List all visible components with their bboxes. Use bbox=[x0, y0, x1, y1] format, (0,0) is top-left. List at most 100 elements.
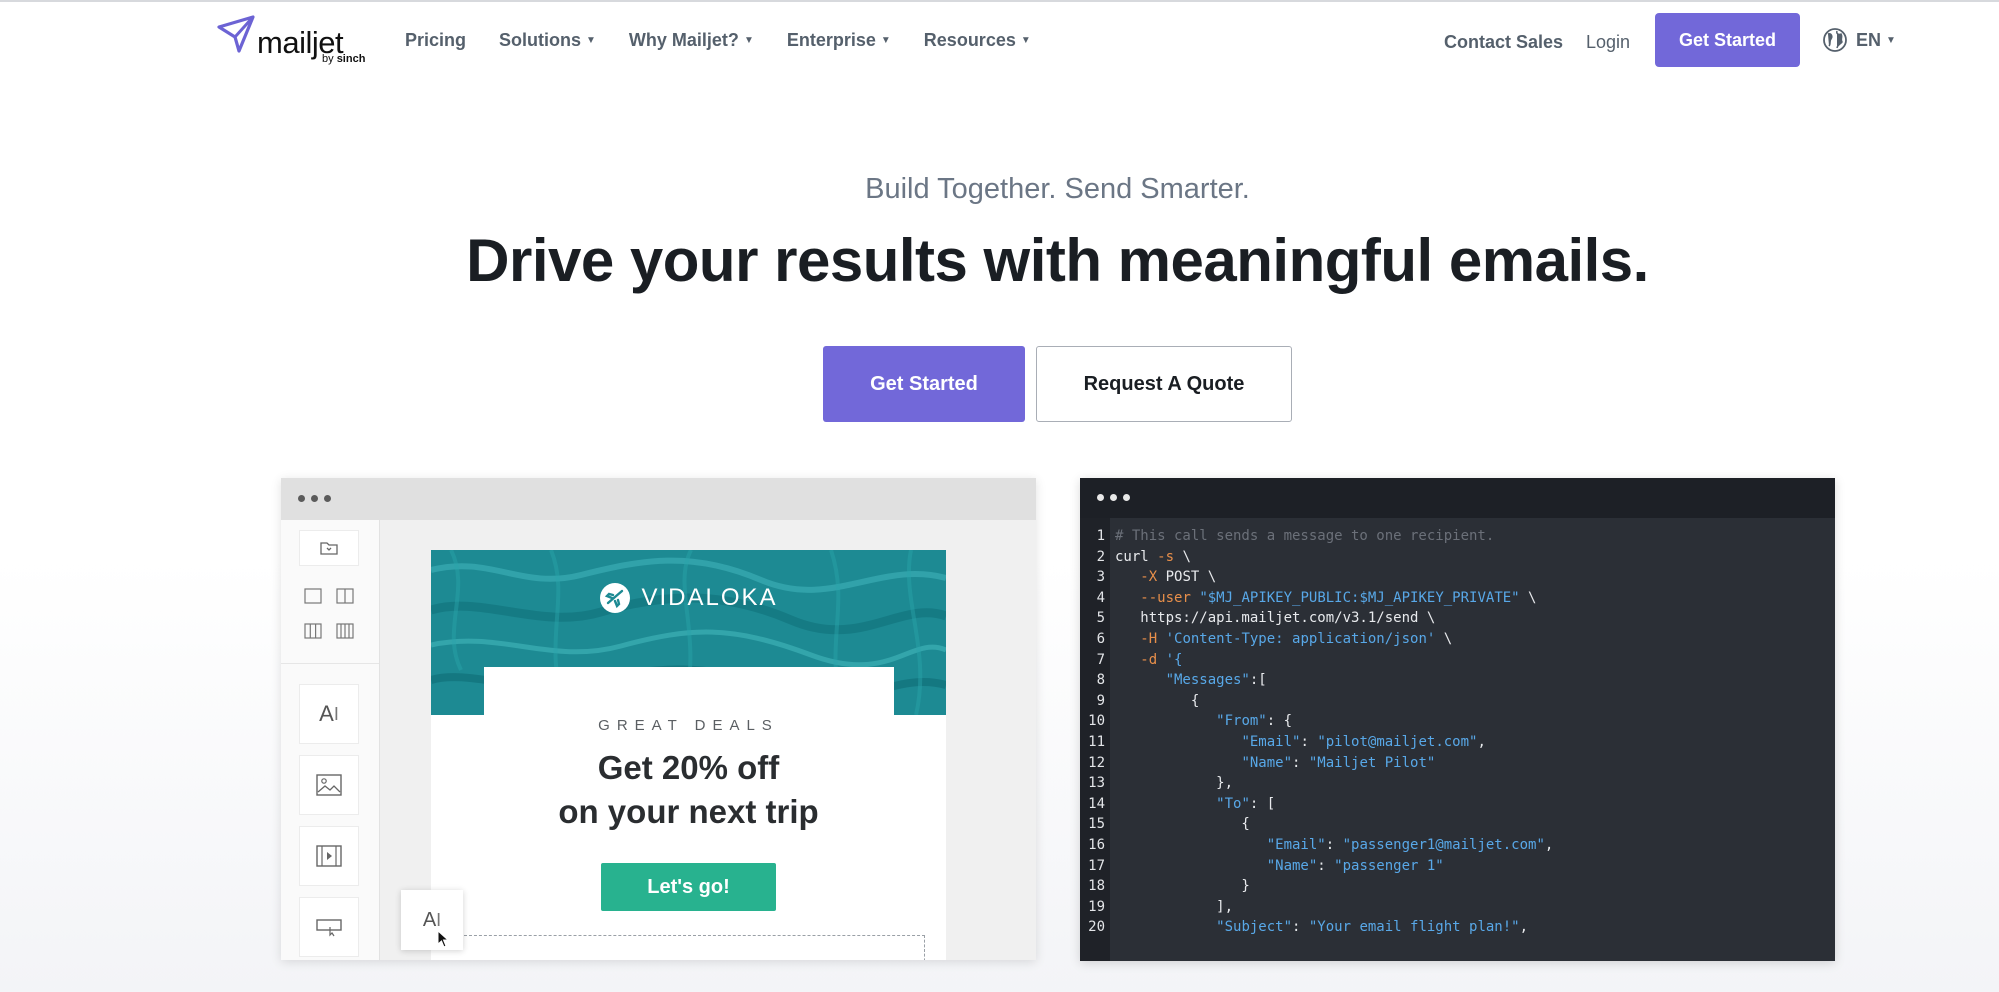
line-number: 15 bbox=[1088, 816, 1105, 833]
code-text: "Name": "Mailjet Pilot" bbox=[1241, 754, 1436, 771]
code-line: 10 "From": { bbox=[1080, 711, 1553, 732]
code-text: "From": { bbox=[1216, 713, 1293, 730]
line-number: 20 bbox=[1088, 919, 1105, 936]
line-number: 9 bbox=[1096, 692, 1105, 709]
text-block-icon[interactable]: AI bbox=[299, 684, 359, 744]
line-number: 14 bbox=[1088, 795, 1105, 812]
line-number: 6 bbox=[1096, 630, 1105, 647]
window-dots bbox=[1097, 494, 1130, 501]
line-number: 12 bbox=[1088, 754, 1105, 771]
code-text: -d '{ bbox=[1140, 651, 1183, 668]
line-number: 1 bbox=[1096, 528, 1105, 544]
line-number: 18 bbox=[1088, 878, 1105, 895]
line-number: 16 bbox=[1088, 836, 1105, 853]
get-started-button[interactable]: Get Started bbox=[823, 346, 1025, 422]
email-eyebrow: GREAT DEALS bbox=[598, 717, 779, 734]
code-text: { bbox=[1115, 692, 1200, 709]
globe-icon bbox=[1823, 28, 1847, 52]
login-link[interactable]: Login bbox=[1586, 32, 1630, 53]
email-offer: Get 20% off on your next trip bbox=[558, 749, 819, 830]
code-text: curl -s \ bbox=[1115, 548, 1191, 565]
layout-1col-icon[interactable] bbox=[299, 578, 327, 614]
code-text: --user "$MJ_APIKEY_PUBLIC:$MJ_APIKEY_PRI… bbox=[1140, 589, 1537, 606]
editor-sidebar: AI bbox=[281, 520, 380, 960]
code-line: 19 ], bbox=[1080, 897, 1553, 918]
code-line: 1 # This call sends a message to one reci… bbox=[1080, 526, 1553, 547]
code-text: "Name": "passenger 1" bbox=[1266, 857, 1444, 874]
code-text: }, bbox=[1115, 775, 1234, 792]
line-number: 10 bbox=[1088, 713, 1105, 730]
code-line: 5 https://api.mailjet.com/v3.1/send \ bbox=[1080, 608, 1553, 629]
code-line: 17 "Name": "passenger 1" bbox=[1080, 856, 1553, 877]
language-selector[interactable]: EN ▼ bbox=[1822, 27, 1896, 53]
image-block-icon[interactable] bbox=[299, 755, 359, 815]
caret-down-icon: ▼ bbox=[1886, 34, 1896, 46]
code-line: 3 -X POST \ bbox=[1080, 567, 1553, 588]
layout-3col-icon[interactable] bbox=[299, 613, 327, 649]
logo-byline: by sinch bbox=[322, 53, 366, 65]
code-text: } bbox=[1115, 878, 1250, 895]
code-line: 4 --user "$MJ_APIKEY_PUBLIC:$MJ_APIKEY_P… bbox=[1080, 588, 1553, 609]
code-line: 15 { bbox=[1080, 814, 1553, 835]
line-number: 5 bbox=[1096, 610, 1105, 627]
code-text: -H 'Content-Type: application/json' \ bbox=[1140, 630, 1453, 647]
video-block-icon[interactable] bbox=[299, 826, 359, 886]
code-text: https://api.mailjet.com/v3.1/send \ bbox=[1115, 610, 1436, 627]
code-line: 18 } bbox=[1080, 876, 1553, 897]
nav-enterprise[interactable]: Enterprise ▼ bbox=[787, 30, 891, 51]
email-brand: VIDALOKA bbox=[431, 582, 946, 614]
code-window-bar bbox=[1080, 478, 1835, 518]
dragging-text-block[interactable]: AI bbox=[401, 890, 463, 950]
code-line: 14 "To": [ bbox=[1080, 794, 1553, 815]
line-number: 2 bbox=[1096, 548, 1105, 565]
line-number: 8 bbox=[1096, 672, 1105, 689]
top-border bbox=[0, 0, 1999, 2]
code-line: 9 { bbox=[1080, 691, 1553, 712]
caret-down-icon: ▼ bbox=[586, 35, 596, 46]
code-text: "Email": "passenger1@mailjet.com", bbox=[1266, 836, 1554, 853]
code-line: 8 "Messages":[ bbox=[1080, 670, 1553, 691]
code-line: 13 }, bbox=[1080, 773, 1553, 794]
api-code-demo: 1 # This call sends a message to one reci… bbox=[1080, 478, 1835, 961]
code-text: "Email": "pilot@mailjet.com", bbox=[1241, 733, 1486, 750]
email-editor-demo: AI VIDALOKA GREAT DEALS Get 20% off on y… bbox=[281, 478, 1036, 960]
code-line: 7 -d '{ bbox=[1080, 650, 1553, 671]
code-text: "Messages":[ bbox=[1165, 672, 1267, 689]
code-line: 2 curl -s \ bbox=[1080, 547, 1553, 568]
language-label: EN bbox=[1856, 29, 1882, 50]
line-number: 11 bbox=[1088, 733, 1105, 750]
line-number: 17 bbox=[1088, 857, 1105, 874]
caret-down-icon: ▼ bbox=[880, 35, 891, 46]
hero-tagline: Build Together. Send Smarter. bbox=[865, 173, 1250, 205]
paper-plane-icon bbox=[217, 15, 255, 53]
button-block-icon[interactable] bbox=[299, 897, 359, 957]
nav-why-mailjet[interactable]: Why Mailjet? ▼ bbox=[629, 30, 754, 51]
folder-icon[interactable] bbox=[299, 530, 359, 566]
mouse-cursor-icon bbox=[437, 930, 450, 948]
editor-window-bar bbox=[281, 478, 1036, 520]
email-cta-button[interactable]: Let's go! bbox=[601, 863, 776, 911]
code-text: { bbox=[1115, 816, 1250, 833]
drop-zone bbox=[464, 935, 925, 960]
nav-pricing[interactable]: Pricing bbox=[405, 30, 466, 51]
airplane-logo-icon bbox=[600, 583, 631, 613]
line-number: 3 bbox=[1096, 569, 1105, 586]
code-text: ], bbox=[1115, 898, 1234, 915]
line-number: 7 bbox=[1096, 651, 1105, 668]
nav-solutions[interactable]: Solutions ▼ bbox=[499, 30, 596, 51]
layout-4col-icon[interactable] bbox=[331, 613, 359, 649]
nav-get-started-button[interactable]: Get Started bbox=[1655, 13, 1800, 67]
contact-sales-link[interactable]: Contact Sales bbox=[1444, 32, 1563, 53]
code-line: 20 "Subject": "Your email flight plan!", bbox=[1080, 917, 1553, 938]
mailjet-logo[interactable]: mailjet by sinch bbox=[217, 15, 372, 67]
code-line: 12 "Name": "Mailjet Pilot" bbox=[1080, 753, 1553, 774]
code-line: 6 -H 'Content-Type: application/json' \ bbox=[1080, 629, 1553, 650]
email-preview: VIDALOKA GREAT DEALS Get 20% off on your… bbox=[431, 550, 946, 960]
layout-2col-icon[interactable] bbox=[331, 578, 359, 614]
nav-resources[interactable]: Resources ▼ bbox=[924, 30, 1031, 51]
line-number: 13 bbox=[1088, 775, 1105, 792]
hero-headline: Drive your results with meaningful email… bbox=[466, 227, 1649, 294]
code-block: 1 # This call sends a message to one reci… bbox=[1080, 526, 1553, 938]
line-number: 4 bbox=[1096, 589, 1105, 606]
request-quote-button[interactable]: Request A Quote bbox=[1036, 346, 1292, 422]
